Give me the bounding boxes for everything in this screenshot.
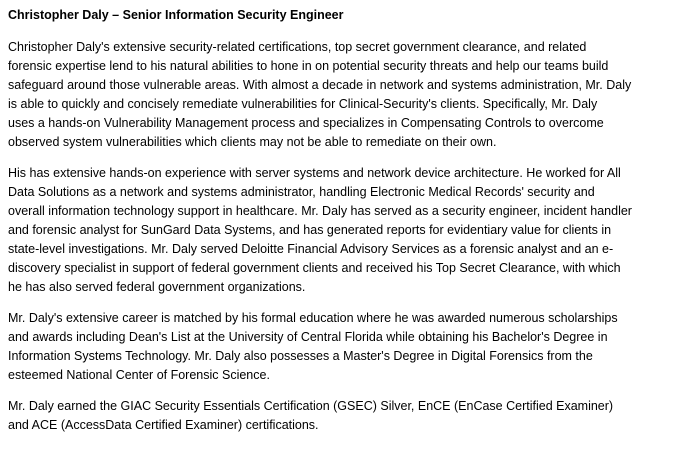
- bio-paragraph-line: Data Solutions as a network and systems …: [8, 185, 595, 199]
- bio-paragraph: Mr. Daly earned the GIAC Security Essent…: [8, 397, 698, 435]
- bio-paragraph-line: and ACE (AccessData Certified Examiner) …: [8, 418, 319, 432]
- bio-paragraph-line: and awards including Dean's List at the …: [8, 330, 608, 344]
- bio-paragraph: Christopher Daly's extensive security-re…: [8, 38, 698, 152]
- bio-paragraph-line: Christopher Daly's extensive security-re…: [8, 40, 587, 54]
- bio-paragraph: Mr. Daly's extensive career is matched b…: [8, 309, 698, 385]
- bio-paragraph-line: he has also served federal government or…: [8, 280, 306, 294]
- bio-paragraph-line: Mr. Daly's extensive career is matched b…: [8, 311, 618, 325]
- bio-paragraph-line: and forensic analyst for SunGard Data Sy…: [8, 223, 612, 237]
- bio-paragraph-line: is able to quickly and concisely remedia…: [8, 97, 598, 111]
- bio-paragraph-line: state-level investigations. Mr. Daly ser…: [8, 242, 614, 256]
- bio-paragraph-line: safeguard around those vulnerable areas.…: [8, 78, 632, 92]
- bio-paragraph-line: Information Systems Technology. Mr. Daly…: [8, 349, 593, 363]
- bio-paragraph-line: uses a hands-on Vulnerability Management…: [8, 116, 604, 130]
- bio-paragraph: His has extensive hands-on experience wi…: [8, 164, 698, 297]
- bio-paragraph-line: observed system vulnerabilities which cl…: [8, 135, 497, 149]
- bio-paragraph-line: overall information technology support i…: [8, 204, 632, 218]
- bio-paragraph-line: Mr. Daly earned the GIAC Security Essent…: [8, 399, 614, 413]
- bio-paragraphs: Christopher Daly's extensive security-re…: [8, 38, 698, 435]
- bio-section: Christopher Daly – Senior Information Se…: [0, 0, 698, 435]
- bio-paragraph-line: forensic expertise lend to his natural a…: [8, 59, 609, 73]
- bio-paragraph-line: esteemed National Center of Forensic Sci…: [8, 368, 270, 382]
- bio-title: Christopher Daly – Senior Information Se…: [8, 8, 344, 22]
- bio-paragraph-line: discovery specialist in support of feder…: [8, 261, 621, 275]
- bio-paragraph-line: His has extensive hands-on experience wi…: [8, 166, 621, 180]
